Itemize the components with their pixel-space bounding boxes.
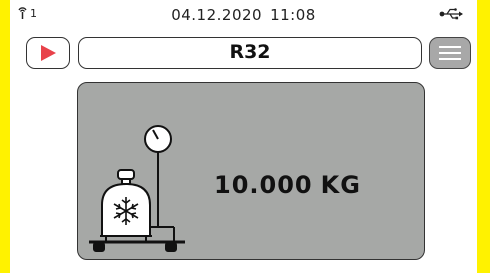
menu-icon-bar bbox=[439, 52, 461, 54]
refrigerant-title[interactable]: R32 bbox=[78, 37, 422, 69]
play-icon bbox=[41, 45, 56, 61]
weight-reading: 10.000 KG bbox=[214, 171, 361, 199]
refrigerant-cylinder-scale-icon bbox=[89, 125, 185, 252]
usb-icon bbox=[439, 8, 463, 20]
weight-value: 10.000 bbox=[214, 171, 313, 199]
menu-icon-bar bbox=[439, 46, 461, 48]
play-button[interactable] bbox=[26, 37, 70, 69]
time-text: 11:08 bbox=[270, 6, 316, 24]
date-text: 04.12.2020 bbox=[171, 6, 263, 24]
weight-unit: KG bbox=[320, 171, 361, 199]
date-time: 04.12.2020 11:08 bbox=[10, 6, 477, 24]
menu-button[interactable] bbox=[429, 37, 471, 69]
scale-display-panel: 10.000 KG bbox=[77, 82, 425, 260]
menu-icon-bar bbox=[439, 58, 461, 60]
device-screen: 1 04.12.2020 11:08 R32 10.000 KG bbox=[10, 0, 477, 273]
status-bar: 1 04.12.2020 11:08 bbox=[10, 0, 477, 36]
